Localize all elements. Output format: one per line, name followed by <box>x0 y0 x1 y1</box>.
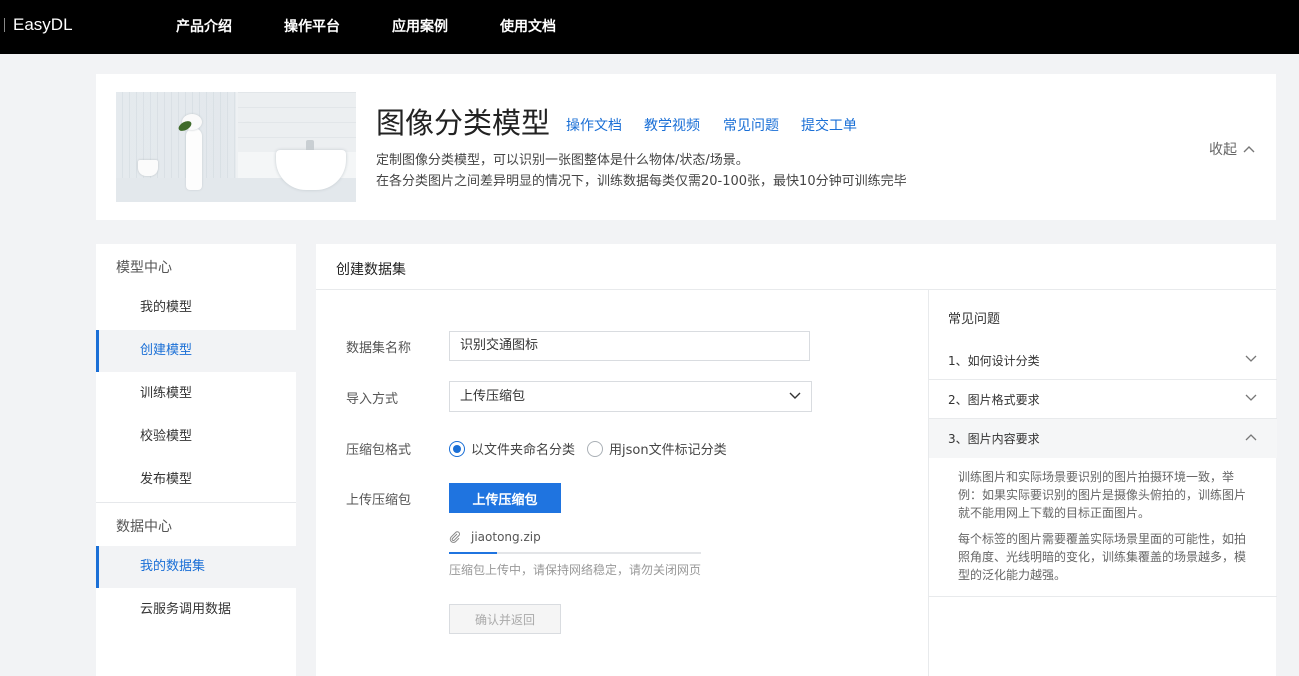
hero-desc-line2: 在各分类图片之间差异明显的情况下，训练数据每类仅需20-100张，最快10分钟可… <box>376 174 907 189</box>
main-header: 创建数据集 <box>316 244 1276 290</box>
sidebar-item-cloud-service-data[interactable]: 云服务调用数据 <box>96 589 296 631</box>
faq-question: 1、如何设计分类 <box>948 354 1040 368</box>
faq-question: 3、图片内容要求 <box>948 432 1040 446</box>
faq-answer: 训练图片和实际场景要识别的图片拍摄环境一致，举例：如果实际要识别的图片是摄像头俯… <box>929 458 1277 597</box>
nav-docs[interactable]: 使用文档 <box>500 16 556 36</box>
sidebar-item-train-model[interactable]: 训练模型 <box>96 373 296 415</box>
import-method-value: 上传压缩包 <box>460 389 526 404</box>
confirm-return-button[interactable]: 确认并返回 <box>449 604 561 634</box>
collapse-label: 收起 <box>1209 142 1237 158</box>
faq-question: 2、图片格式要求 <box>948 393 1040 407</box>
faq-item-image-format[interactable]: 2、图片格式要求 <box>929 380 1277 419</box>
upload-progress-fill <box>449 552 497 554</box>
chevron-up-icon <box>1243 146 1255 153</box>
sidebar-item-validate-model[interactable]: 校验模型 <box>96 416 296 458</box>
brand-name: EasyDL <box>13 15 73 34</box>
brand-divider <box>4 18 5 32</box>
dataset-name-label: 数据集名称 <box>346 341 412 356</box>
brand-logo[interactable]: EasyDL <box>0 14 73 36</box>
link-tutorial-video[interactable]: 教学视频 <box>644 115 700 135</box>
hero-desc-line1: 定制图像分类模型，可以识别一张图整体是什么物体/状态/场景。 <box>376 153 749 168</box>
sidebar-item-my-datasets[interactable]: 我的数据集 <box>96 546 296 588</box>
chevron-down-icon <box>789 392 801 399</box>
faq-item-design-categories[interactable]: 1、如何设计分类 <box>929 341 1277 380</box>
page-title: 图像分类模型 <box>376 106 551 140</box>
dataset-name-input[interactable]: 识别交通图标 <box>449 331 810 361</box>
link-submit-ticket[interactable]: 提交工单 <box>801 115 857 135</box>
faq-item-image-content[interactable]: 3、图片内容要求 <box>929 419 1277 458</box>
chevron-down-icon <box>1245 394 1257 401</box>
radio-folder-naming-label[interactable]: 以文件夹命名分类 <box>471 439 575 458</box>
upload-hint: 压缩包上传中，请保持网络稳定，请勿关闭网页 <box>449 563 702 577</box>
sidebar: 模型中心 我的模型 创建模型 训练模型 校验模型 发布模型 数据中心 我的数据集… <box>96 244 296 676</box>
upload-progress-bar <box>449 552 701 554</box>
upload-archive-label: 上传压缩包 <box>346 493 412 508</box>
link-faq[interactable]: 常见问题 <box>723 115 779 135</box>
sidebar-group-model-center: 模型中心 <box>116 260 172 276</box>
nav-cases[interactable]: 应用案例 <box>392 16 448 36</box>
top-navbar: EasyDL 产品介绍 操作平台 应用案例 使用文档 <box>0 0 1299 54</box>
nav-platform[interactable]: 操作平台 <box>284 16 340 36</box>
collapse-button[interactable]: 收起 <box>1209 139 1255 159</box>
import-method-select[interactable]: 上传压缩包 <box>449 381 812 412</box>
paperclip-icon <box>449 531 460 543</box>
chevron-up-icon <box>1245 434 1257 441</box>
sidebar-group-data-center: 数据中心 <box>116 519 172 535</box>
faq-answer-paragraph: 每个标签的图片需要覆盖实际场景里面的可能性，如拍照角度、光线明暗的变化，训练集覆… <box>958 532 1247 582</box>
sidebar-item-publish-model[interactable]: 发布模型 <box>96 459 296 501</box>
radio-folder-naming[interactable] <box>449 440 465 457</box>
upload-archive-button[interactable]: 上传压缩包 <box>449 483 561 513</box>
main-title: 创建数据集 <box>336 262 406 278</box>
radio-json-labeling-label[interactable]: 用json文件标记分类 <box>609 439 727 458</box>
import-method-label: 导入方式 <box>346 392 399 407</box>
faq-title: 常见问题 <box>948 312 1001 327</box>
hero-card: 图像分类模型 操作文档 教学视频 常见问题 提交工单 定制图像分类模型，可以识别… <box>96 74 1276 220</box>
file-name: jiaotong.zip <box>471 530 541 544</box>
archive-format-label: 压缩包格式 <box>346 443 412 458</box>
sidebar-item-my-models[interactable]: 我的模型 <box>96 287 296 329</box>
link-docs[interactable]: 操作文档 <box>566 115 622 135</box>
uploaded-file: jiaotong.zip <box>449 530 541 544</box>
sidebar-divider <box>96 502 296 503</box>
radio-json-labeling[interactable] <box>587 440 604 457</box>
hero-image <box>116 92 356 202</box>
faq-panel: 常见问题 1、如何设计分类 2、图片格式要求 3、图片内容要求 训练图片和实际场… <box>928 290 1277 676</box>
main-panel: 创建数据集 数据集名称 识别交通图标 导入方式 上传压缩包 压缩包格式 以文件夹… <box>316 244 1277 676</box>
nav-product-intro[interactable]: 产品介绍 <box>176 16 232 36</box>
sidebar-item-create-model[interactable]: 创建模型 <box>96 330 296 372</box>
faq-answer-paragraph: 训练图片和实际场景要识别的图片拍摄环境一致，举例：如果实际要识别的图片是摄像头俯… <box>958 470 1247 520</box>
archive-format-radio-group: 以文件夹命名分类 用json文件标记分类 <box>449 439 727 458</box>
chevron-down-icon <box>1245 355 1257 362</box>
